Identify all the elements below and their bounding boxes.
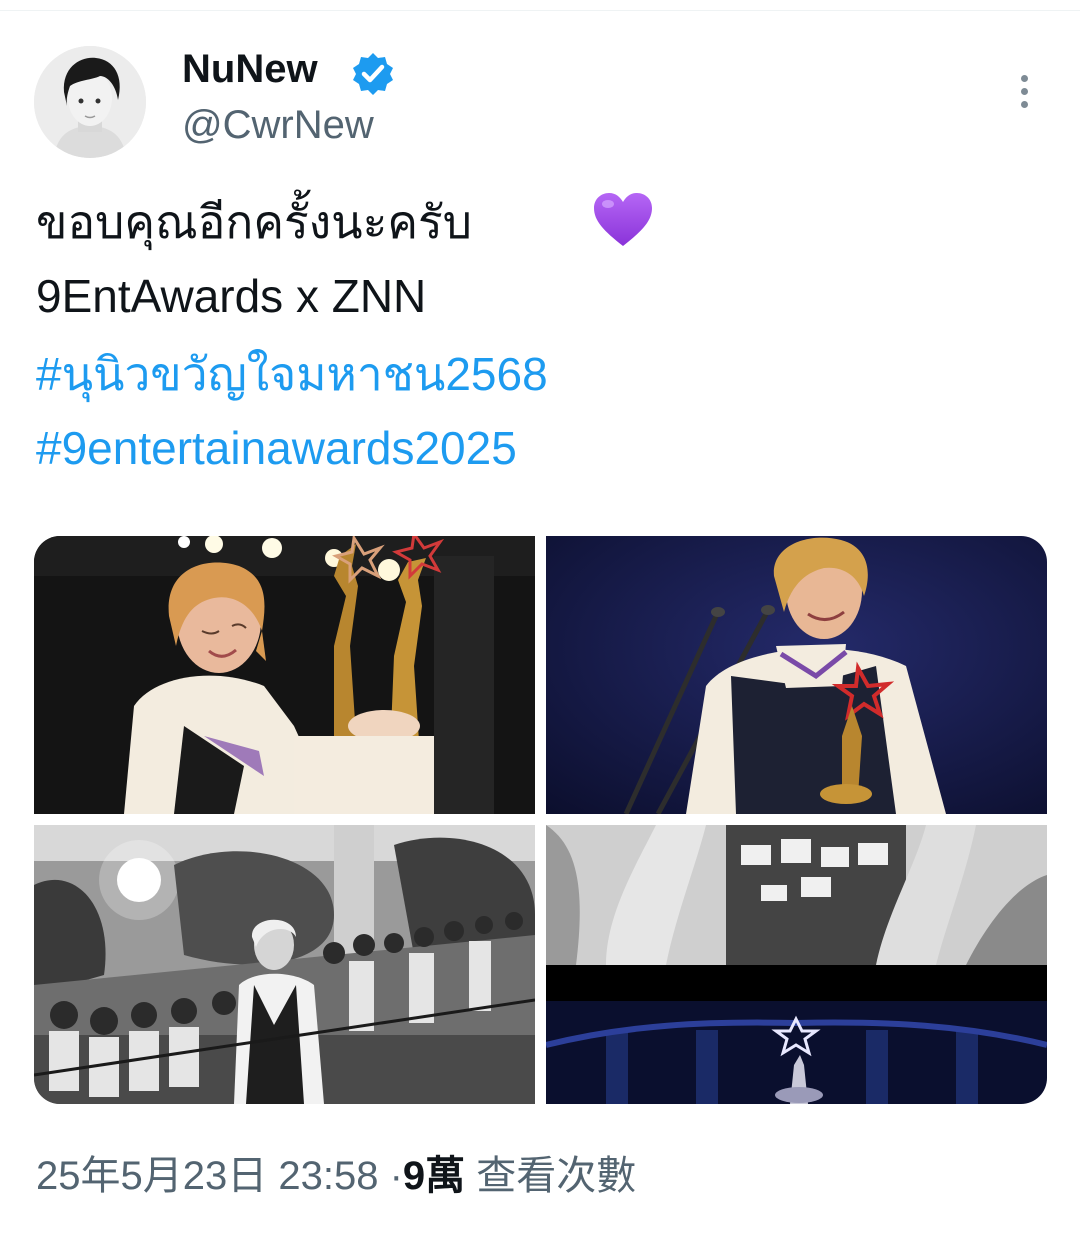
- purple-heart-icon: [592, 191, 654, 249]
- verified-badge-icon: [350, 51, 396, 97]
- more-dot: [1020, 100, 1028, 108]
- photo-at-microphone-with-trophy[interactable]: [546, 536, 1047, 814]
- tweet-meta: 25年5月23日 23:58 ·9萬 查看次數: [36, 1148, 636, 1204]
- more-dot: [1020, 87, 1028, 95]
- tweet-text-line2: 9EntAwards x ZNN: [36, 270, 427, 322]
- photo-fans-crowd[interactable]: [34, 825, 535, 1104]
- avatar[interactable]: [34, 46, 146, 158]
- hashtag-link[interactable]: #9entertainawards2025: [36, 418, 517, 478]
- tweet-text-line1: ขอบคุณอีกครั้งนะครับ: [36, 196, 472, 248]
- media-grid: [34, 536, 1047, 1104]
- more-dot: [1020, 74, 1028, 82]
- views-label: 查看次數: [476, 1154, 637, 1198]
- views-count: 9萬: [402, 1154, 466, 1198]
- hashtag-link[interactable]: #นุนิวขวัญใจมหาชน2568: [36, 344, 548, 404]
- photo-holding-trophies[interactable]: [34, 536, 535, 814]
- author-name[interactable]: NuNew: [182, 44, 318, 94]
- separator: ·: [389, 1154, 403, 1198]
- top-divider: [0, 0, 1080, 11]
- more-options-icon[interactable]: [1004, 68, 1044, 114]
- photo-stage-trophy-collage[interactable]: [546, 825, 1047, 1104]
- timestamp[interactable]: 25年5月23日 23:58: [36, 1154, 378, 1198]
- author-handle[interactable]: @CwrNew: [182, 100, 374, 150]
